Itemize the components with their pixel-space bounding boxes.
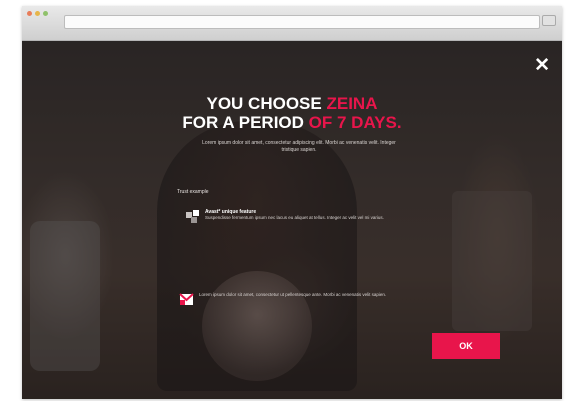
headline-line-2-accent: OF 7 DAYS. — [308, 113, 402, 132]
shield-puzzle-icon — [185, 209, 200, 224]
feature-item-2: Lorem ipsum dolor sit amet, consectetur … — [179, 292, 419, 307]
mail-check-icon — [179, 292, 194, 307]
feature-2-text: Lorem ipsum dolor sit amet, consectetur … — [199, 292, 387, 297]
headline-line-1: YOU CHOOSE ZEINA — [22, 94, 562, 113]
headline-line-1-accent: ZEINA — [326, 94, 378, 113]
feature-item-1: Avast* unique feature Suspendisse fermen… — [185, 209, 405, 224]
minimize-window-dot[interactable] — [35, 11, 40, 16]
subtext: Lorem ipsum dolor sit amet, consectetur … — [202, 140, 396, 153]
headline-line-1-text: YOU CHOOSE — [206, 94, 322, 113]
maximize-window-dot[interactable] — [43, 11, 48, 16]
features-title: Trust example — [177, 189, 209, 195]
headline: YOU CHOOSE ZEINA FOR A PERIOD OF 7 DAYS. — [22, 94, 562, 132]
headline-line-2: FOR A PERIOD OF 7 DAYS. — [22, 113, 562, 132]
ok-button[interactable]: OK — [432, 333, 500, 359]
window-controls — [27, 11, 48, 16]
browser-window: ✕ YOU CHOOSE ZEINA FOR A PERIOD OF 7 DAY… — [22, 6, 562, 399]
window-menu-icon[interactable] — [542, 15, 556, 26]
close-window-dot[interactable] — [27, 11, 32, 16]
browser-chrome — [22, 6, 562, 41]
address-bar[interactable] — [64, 15, 540, 29]
feature-1-text: Suspendisse fermentum ipsum nec lacus eu… — [205, 215, 384, 220]
headline-line-2-text: FOR A PERIOD — [182, 113, 304, 132]
close-icon[interactable]: ✕ — [534, 56, 550, 75]
feature-1-content: Avast* unique feature Suspendisse fermen… — [205, 209, 384, 221]
